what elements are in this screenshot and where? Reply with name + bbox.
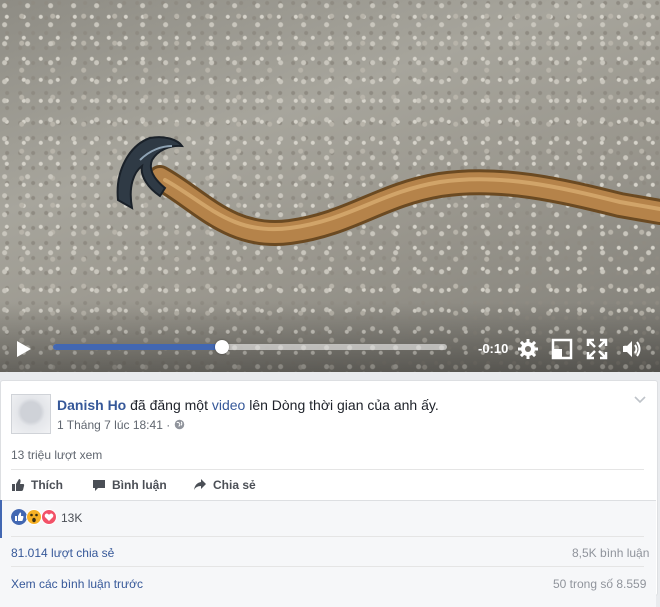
post-meta: 1 Tháng 7 lúc 18:41 · xyxy=(57,418,185,432)
like-reaction-icon[interactable] xyxy=(11,509,27,525)
divider xyxy=(11,469,644,470)
like-icon xyxy=(12,479,25,491)
meta-separator: · xyxy=(162,418,174,432)
share-icon xyxy=(194,479,206,490)
wow-reaction-icon[interactable] xyxy=(26,509,42,525)
shares-count[interactable]: 81.014 lượt chia sẻ xyxy=(11,546,114,560)
post-header: Danish Ho đã đăng một video lên Dòng thờ… xyxy=(57,397,439,413)
view-previous-comments-link[interactable]: Xem các bình luận trước xyxy=(11,577,143,591)
theater-mode-icon[interactable] xyxy=(551,338,573,360)
video-progress-bar[interactable] xyxy=(53,340,447,354)
love-reaction-icon[interactable] xyxy=(41,509,57,525)
divider xyxy=(11,566,644,567)
share-label: Chia sẻ xyxy=(213,478,256,492)
action-text: đã đăng một xyxy=(126,397,212,413)
fullscreen-icon[interactable] xyxy=(586,338,608,360)
comment-icon xyxy=(93,480,105,491)
post-timestamp[interactable]: 1 Tháng 7 lúc 18:41 xyxy=(57,418,163,432)
suffix-text: lên Dòng thời gian của anh ấy. xyxy=(245,397,439,413)
share-button[interactable]: Chia sẻ xyxy=(193,475,256,495)
view-count: 13 triệu lượt xem xyxy=(11,448,103,462)
avatar[interactable] xyxy=(11,394,51,434)
time-remaining: -0:10 xyxy=(478,341,509,356)
focus-indicator xyxy=(0,500,2,538)
settings-icon[interactable] xyxy=(517,338,539,360)
comment-range: 50 trong số 8.559 xyxy=(553,577,647,591)
video-link[interactable]: video xyxy=(212,397,245,413)
video-frame xyxy=(116,136,660,247)
author-link[interactable]: Danish Ho xyxy=(57,397,126,413)
volume-icon[interactable] xyxy=(621,338,643,360)
play-icon[interactable] xyxy=(12,338,34,360)
video-progress-fill xyxy=(53,344,223,350)
comments-count[interactable]: 8,5K bình luận xyxy=(572,546,649,560)
comment-label: Bình luận xyxy=(112,478,167,492)
video-player[interactable] xyxy=(0,0,660,372)
chevron-down-icon[interactable] xyxy=(633,395,647,405)
divider xyxy=(11,536,644,537)
like-label: Thích xyxy=(31,478,63,492)
globe-icon[interactable] xyxy=(174,419,185,430)
like-button[interactable]: Thích xyxy=(11,475,63,495)
reactions-count[interactable]: 13K xyxy=(61,511,82,525)
comment-button[interactable]: Bình luận xyxy=(92,475,167,495)
